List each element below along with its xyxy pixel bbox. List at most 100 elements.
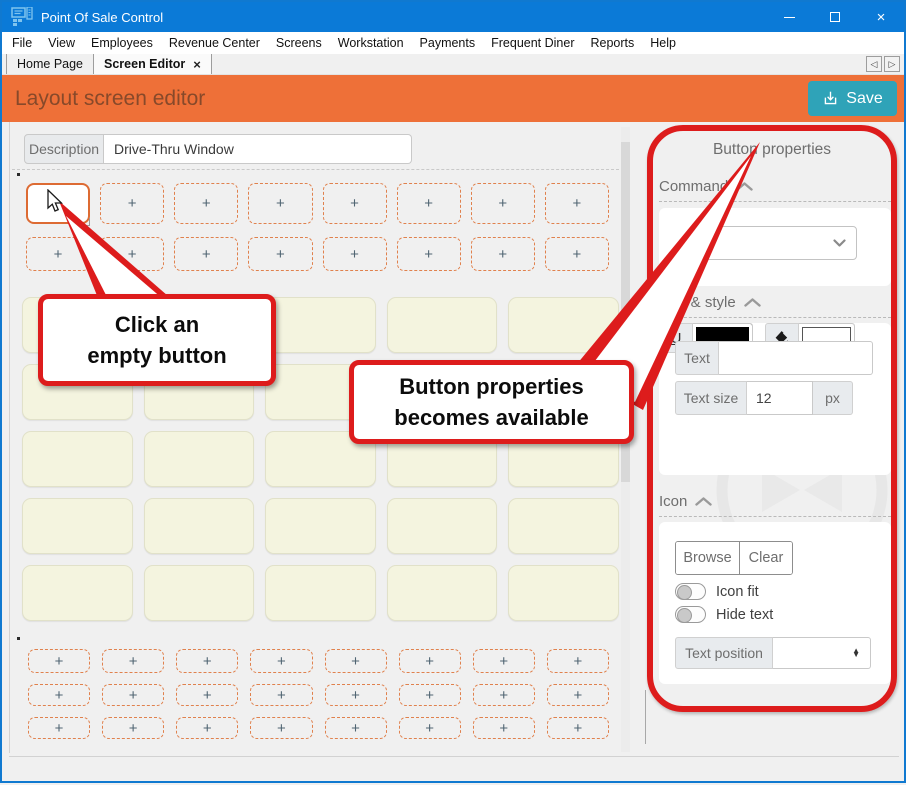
layout-button[interactable] — [22, 498, 133, 554]
empty-slot-button[interactable]: + — [471, 237, 535, 271]
empty-slot-button[interactable]: + — [473, 649, 535, 673]
empty-slot-button[interactable]: + — [174, 237, 238, 271]
empty-slot-button[interactable]: + — [28, 649, 90, 673]
empty-slot-button[interactable]: + — [545, 237, 609, 271]
menu-item-frequent-diner[interactable]: Frequent Diner — [483, 32, 582, 54]
menu-item-employees[interactable]: Employees — [83, 32, 161, 54]
empty-slot-button[interactable]: + — [248, 237, 312, 271]
empty-slot-button[interactable]: + — [174, 183, 238, 224]
icon-fit-toggle[interactable] — [675, 583, 706, 600]
browse-button[interactable]: Browse — [676, 542, 740, 574]
layout-button[interactable] — [265, 565, 376, 621]
tab-home-page[interactable]: Home Page — [6, 54, 94, 74]
empty-slot-button[interactable]: + — [176, 684, 238, 706]
layout-button[interactable] — [22, 431, 133, 487]
text-position-select[interactable]: ▲▼ — [773, 637, 871, 669]
command-label: Command — [659, 178, 728, 195]
empty-slot-button[interactable]: + — [325, 649, 387, 673]
layout-button[interactable] — [508, 565, 619, 621]
callout1-line1: Click an — [115, 309, 199, 340]
icon-fit-label: Icon fit — [716, 584, 759, 600]
save-icon — [822, 90, 839, 107]
tab-screen-editor[interactable]: Screen Editor × — [94, 54, 212, 74]
empty-slot-button[interactable]: + — [250, 649, 312, 673]
maximize-button[interactable] — [812, 2, 858, 32]
empty-slot-button[interactable]: + — [102, 717, 164, 739]
minimize-button[interactable] — [766, 2, 812, 32]
section-icon[interactable]: Icon — [659, 493, 891, 510]
command-select[interactable] — [699, 226, 857, 260]
hide-text-label: Hide text — [716, 607, 773, 623]
empty-slot-button[interactable]: + — [397, 183, 461, 224]
menu-item-workstation[interactable]: Workstation — [330, 32, 412, 54]
empty-slot-button[interactable]: + — [28, 684, 90, 706]
tab-close-icon[interactable]: × — [193, 58, 201, 71]
empty-slot-button[interactable]: + — [28, 717, 90, 739]
empty-slot-button[interactable]: + — [102, 649, 164, 673]
section-command[interactable]: Command — [659, 178, 891, 195]
empty-slot-button[interactable]: + — [545, 183, 609, 224]
menu-item-payments[interactable]: Payments — [412, 32, 484, 54]
empty-slot-button[interactable]: + — [323, 183, 387, 224]
description-label: Description — [24, 134, 104, 164]
empty-slot-button[interactable]: + — [471, 183, 535, 224]
empty-slot-button[interactable]: + — [248, 183, 312, 224]
empty-slot-button[interactable]: + — [547, 684, 609, 706]
save-label: Save — [846, 90, 882, 108]
text-size-input[interactable]: 12 — [747, 381, 813, 415]
empty-slot-button[interactable]: + — [399, 649, 461, 673]
empty-slot-button[interactable]: + — [100, 237, 164, 271]
empty-slot-button[interactable]: + — [176, 649, 238, 673]
empty-slot-button[interactable]: + — [399, 684, 461, 706]
empty-slot-button[interactable]: + — [26, 237, 90, 271]
empty-slot-button[interactable]: + — [325, 717, 387, 739]
save-button[interactable]: Save — [808, 81, 897, 116]
empty-slot-button[interactable]: + — [100, 183, 164, 224]
menu-item-screens[interactable]: Screens — [268, 32, 330, 54]
clear-button[interactable]: Clear — [740, 542, 792, 574]
layout-button[interactable] — [387, 297, 498, 353]
menu-item-revenue-center[interactable]: Revenue Center — [161, 32, 268, 54]
empty-slot-button[interactable]: + — [176, 717, 238, 739]
empty-slot-button[interactable]: + — [397, 237, 461, 271]
empty-slot-button[interactable]: + — [399, 717, 461, 739]
close-button[interactable]: × — [858, 2, 904, 32]
empty-slot-button[interactable]: + — [102, 684, 164, 706]
layout-button[interactable] — [144, 565, 255, 621]
layout-button[interactable] — [387, 565, 498, 621]
layout-button[interactable] — [144, 498, 255, 554]
layout-button[interactable] — [508, 498, 619, 554]
command-card — [659, 208, 891, 286]
menu-item-view[interactable]: View — [40, 32, 83, 54]
hide-text-toggle[interactable] — [675, 606, 706, 623]
text-label: Text — [675, 341, 719, 375]
layout-button[interactable] — [508, 297, 619, 353]
empty-slot-button[interactable]: + — [325, 684, 387, 706]
bottom-empty-button-grid: + + + + + + + + + + + + + + + + + + + + + + + + — [28, 649, 609, 739]
menu-item-help[interactable]: Help — [642, 32, 684, 54]
description-input[interactable]: Drive-Thru Window — [104, 134, 412, 164]
page-header: Layout screen editor Save — [2, 75, 904, 122]
spinner-icon: ▲▼ — [852, 649, 860, 658]
empty-slot-button[interactable]: + — [250, 684, 312, 706]
empty-slot-button[interactable]: + — [250, 717, 312, 739]
layout-button[interactable] — [387, 498, 498, 554]
layout-button[interactable] — [265, 297, 376, 353]
chevron-down-icon — [833, 239, 846, 247]
tab-scroll-left-button[interactable]: ◁ — [866, 56, 882, 72]
region-marker-top — [17, 173, 20, 176]
empty-slot-button[interactable]: + — [547, 717, 609, 739]
section-text-style[interactable]: Text & style — [659, 294, 891, 311]
menu-item-file[interactable]: File — [4, 32, 40, 54]
layout-button[interactable] — [144, 431, 255, 487]
layout-button[interactable] — [265, 498, 376, 554]
callout2-line2: becomes available — [394, 402, 588, 433]
menu-item-reports[interactable]: Reports — [583, 32, 643, 54]
text-input[interactable] — [719, 341, 873, 375]
layout-button[interactable] — [22, 565, 133, 621]
empty-slot-button[interactable]: + — [547, 649, 609, 673]
empty-slot-button[interactable]: + — [473, 717, 535, 739]
tab-scroll-right-button[interactable]: ▷ — [884, 56, 900, 72]
empty-slot-button[interactable]: + — [473, 684, 535, 706]
empty-slot-button[interactable]: + — [323, 237, 387, 271]
